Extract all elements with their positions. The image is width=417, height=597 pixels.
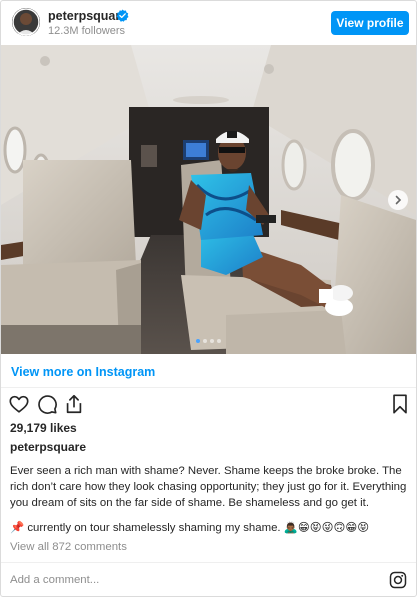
carousel-dot — [203, 339, 207, 343]
bookmark-icon[interactable] — [389, 393, 411, 415]
like-count[interactable]: 29,179 likes — [10, 421, 77, 435]
share-icon[interactable] — [63, 393, 85, 415]
jet-cabin-photo — [1, 45, 416, 354]
verified-badge-icon — [116, 9, 129, 22]
view-profile-button[interactable]: View profile — [331, 11, 409, 35]
instagram-icon[interactable] — [389, 571, 407, 589]
post-caption: Ever seen a rich man with shame? Never. … — [10, 465, 407, 509]
carousel-dot — [196, 339, 200, 343]
avatar[interactable] — [12, 8, 40, 36]
comment-bar — [1, 562, 416, 596]
post-caption-line: 📌 currently on tour shamelessly shaming … — [10, 522, 370, 534]
carousel-dots — [1, 339, 416, 343]
chevron-right-icon — [395, 195, 402, 205]
carousel-dot — [210, 339, 214, 343]
instagram-embed-card: peterpsquare 12.3M followers View profil… — [0, 0, 417, 597]
view-more-link[interactable]: View more on Instagram — [11, 365, 155, 379]
caption-username[interactable]: peterpsquare — [10, 440, 86, 454]
post-photo[interactable] — [1, 45, 416, 354]
carousel-next-button[interactable] — [388, 190, 408, 210]
carousel-dot — [217, 339, 221, 343]
follower-count: 12.3M followers — [48, 25, 126, 37]
comment-icon[interactable] — [36, 393, 58, 415]
view-all-comments-link[interactable]: View all 872 comments — [10, 541, 127, 553]
post-header: peterpsquare 12.3M followers View profil… — [1, 1, 416, 45]
comment-input[interactable] — [10, 571, 310, 589]
heart-icon[interactable] — [8, 393, 30, 415]
view-more-bar: View more on Instagram — [1, 354, 416, 388]
action-bar — [1, 393, 416, 417]
